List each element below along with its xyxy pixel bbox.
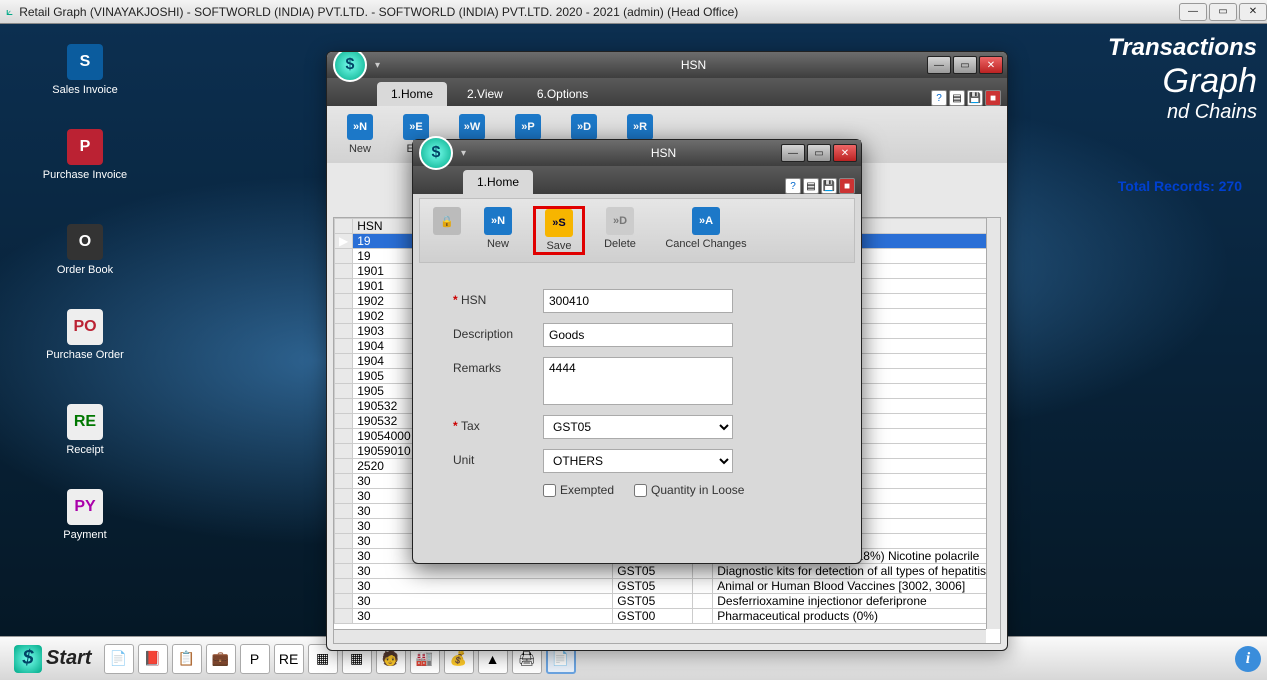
save-button[interactable]: »SSave xyxy=(534,207,584,254)
desktop-icon-purchase-order[interactable]: PO Purchase Order xyxy=(40,309,130,361)
table-row[interactable]: 30GST05Animal or Human Blood Vaccines [3… xyxy=(335,579,1000,594)
desktop-icon-payment[interactable]: PY Payment xyxy=(40,489,130,541)
desktop: Transactions Graph nd Chains Total Recor… xyxy=(0,24,1267,636)
window-titlebar[interactable]: $ ▾ HSN — ▭ ✕ xyxy=(327,52,1007,78)
os-close-button[interactable]: ✕ xyxy=(1239,3,1267,21)
os-minimize-button[interactable]: — xyxy=(1179,3,1207,21)
window-minimize-button[interactable]: — xyxy=(927,56,951,74)
dialog-toolbar: 🔒 »NNew »SSave »DDelete »ACancel Changes xyxy=(419,198,855,263)
icon-label: Sales Invoice xyxy=(40,84,130,96)
desktop-icon-sales-invoice[interactable]: S Sales Invoice xyxy=(40,44,130,96)
start-button[interactable]: $ Start xyxy=(6,643,100,675)
hsn-input[interactable] xyxy=(543,289,733,313)
app-logo-icon: $ xyxy=(419,136,453,170)
tool-icon-3[interactable]: ■ xyxy=(839,178,855,194)
total-records-label: Total Records: 270 xyxy=(1118,178,1242,194)
app-logo-icon: $ xyxy=(333,51,367,82)
vertical-scrollbar[interactable] xyxy=(986,218,1000,629)
dialog-maximize-button[interactable]: ▭ xyxy=(807,144,831,162)
remarks-label: Remarks xyxy=(453,357,543,375)
app-icon: O xyxy=(67,224,103,260)
ribbon-icon: »N xyxy=(347,114,373,140)
hsn-label: HSN xyxy=(453,289,543,307)
ribbon-new-button[interactable]: »NNew xyxy=(337,114,383,155)
dialog-titlebar[interactable]: $ ▾ HSN — ▭ ✕ xyxy=(413,140,861,166)
desktop-icon-order-book[interactable]: O Order Book xyxy=(40,224,130,276)
tool-icon-1[interactable]: ▤ xyxy=(949,90,965,106)
taskbar-app-1[interactable]: 📕 xyxy=(138,644,168,674)
remarks-textarea[interactable] xyxy=(543,357,733,405)
window-close-button[interactable]: ✕ xyxy=(979,56,1003,74)
ribbon-tabstrip: 1.Home 2.View 6.Options ? ▤ 💾 ■ xyxy=(327,78,1007,106)
app-icon: S xyxy=(67,44,103,80)
dialog-minimize-button[interactable]: — xyxy=(781,144,805,162)
description-label: Description xyxy=(453,323,543,341)
help-icon[interactable]: ? xyxy=(931,90,947,106)
lock-button: 🔒 xyxy=(432,207,462,254)
taskbar-app-2[interactable]: 📋 xyxy=(172,644,202,674)
tab-view[interactable]: 2.View xyxy=(453,82,517,106)
form: HSN Description Remarks Tax GST05 Unit O… xyxy=(413,263,861,523)
hsn-edit-dialog: $ ▾ HSN — ▭ ✕ 1.Home ? ▤ 💾 ■ 🔒 »NNew »SS… xyxy=(412,139,862,564)
ribbon-icon: »P xyxy=(515,114,541,140)
horizontal-scrollbar[interactable] xyxy=(334,629,986,643)
app-icon: ⟀ xyxy=(6,4,13,19)
tab-options[interactable]: 6.Options xyxy=(523,82,602,106)
start-logo-icon: $ xyxy=(14,645,42,673)
tool-icon-2[interactable]: 💾 xyxy=(821,178,837,194)
icon-label: Payment xyxy=(40,529,130,541)
unit-select[interactable]: OTHERS xyxy=(543,449,733,473)
icon-label: Receipt xyxy=(40,444,130,456)
brand-watermark: Transactions Graph nd Chains xyxy=(1108,34,1257,124)
ribbon-icon: »W xyxy=(459,114,485,140)
tool-icon-1[interactable]: ▤ xyxy=(803,178,819,194)
tool-icon-2[interactable]: 💾 xyxy=(967,90,983,106)
dialog-tabstrip: 1.Home ? ▤ 💾 ■ xyxy=(413,166,861,194)
taskbar-app-4[interactable]: P xyxy=(240,644,270,674)
taskbar-app-5[interactable]: RE xyxy=(274,644,304,674)
os-maximize-button[interactable]: ▭ xyxy=(1209,3,1237,21)
help-icon[interactable]: ? xyxy=(785,178,801,194)
ribbon-icon: »R xyxy=(627,114,653,140)
icon-label: Purchase Order xyxy=(40,349,130,361)
os-titlebar: ⟀ Retail Graph (VINAYAKJOSHI) - SOFTWORL… xyxy=(0,0,1267,24)
desktop-icon-receipt[interactable]: RE Receipt xyxy=(40,404,130,456)
dialog-tab-home[interactable]: 1.Home xyxy=(463,170,533,194)
app-icon: RE xyxy=(67,404,103,440)
desktop-icon-purchase-invoice[interactable]: P Purchase Invoice xyxy=(40,129,130,181)
ribbon-icon: »D xyxy=(571,114,597,140)
exempted-checkbox[interactable]: Exempted xyxy=(543,483,614,497)
table-row[interactable]: 30GST00Pharmaceutical products (0%) xyxy=(335,609,1000,624)
delete-button: »DDelete xyxy=(592,207,648,254)
quantity-in-loose-checkbox[interactable]: Quantity in Loose xyxy=(634,483,744,497)
unit-label: Unit xyxy=(453,449,543,467)
tax-label: Tax xyxy=(453,415,543,433)
window-title: HSN xyxy=(380,58,1007,72)
icon-label: Purchase Invoice xyxy=(40,169,130,181)
taskbar-app-3[interactable]: 💼 xyxy=(206,644,236,674)
app-icon: PY xyxy=(67,489,103,525)
table-row[interactable]: 30GST05Desferrioxamine injectionor defer… xyxy=(335,594,1000,609)
taskbar-app-0[interactable]: 📄 xyxy=(104,644,134,674)
new-button[interactable]: »NNew xyxy=(470,207,526,254)
tax-select[interactable]: GST05 xyxy=(543,415,733,439)
os-title-text: Retail Graph (VINAYAKJOSHI) - SOFTWORLD … xyxy=(19,5,738,19)
tool-icon-3[interactable]: ■ xyxy=(985,90,1001,106)
app-icon: PO xyxy=(67,309,103,345)
description-input[interactable] xyxy=(543,323,733,347)
app-icon: P xyxy=(67,129,103,165)
window-maximize-button[interactable]: ▭ xyxy=(953,56,977,74)
dialog-close-button[interactable]: ✕ xyxy=(833,144,857,162)
tab-home[interactable]: 1.Home xyxy=(377,82,447,106)
ribbon-icon: »E xyxy=(403,114,429,140)
cancel-changes-button[interactable]: »ACancel Changes xyxy=(656,207,756,254)
info-icon[interactable]: i xyxy=(1235,646,1261,672)
table-row[interactable]: 30GST05Diagnostic kits for detection of … xyxy=(335,564,1000,579)
icon-label: Order Book xyxy=(40,264,130,276)
